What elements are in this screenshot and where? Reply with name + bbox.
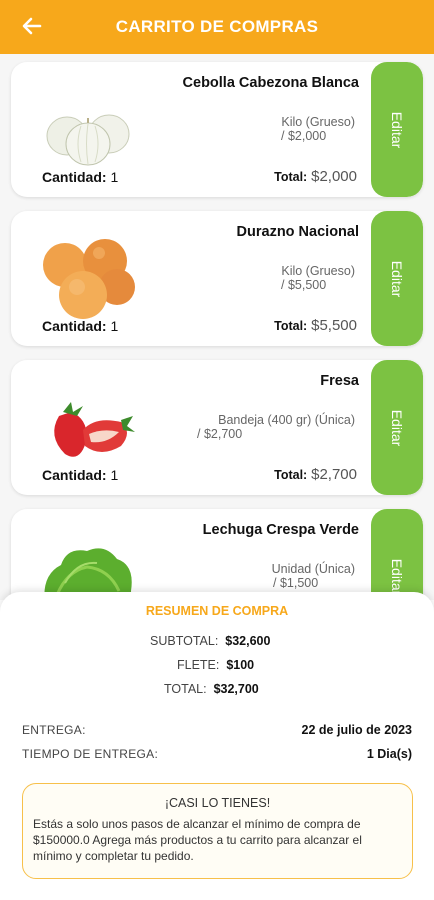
summary-title: RESUMEN DE COMPRA bbox=[145, 604, 289, 618]
edit-button[interactable]: Editar bbox=[371, 360, 423, 495]
edit-button[interactable]: Editar bbox=[371, 509, 423, 600]
product-name: Fresa bbox=[320, 373, 359, 389]
product-name: Durazno Nacional bbox=[236, 224, 359, 240]
notice-body: Estás a solo unos pasos de alcanzar el m… bbox=[33, 817, 362, 863]
product-unit-price: Unidad (Única) / $1,500 bbox=[271, 562, 355, 590]
delivery-date-label: ENTREGA: bbox=[22, 723, 86, 737]
purchase-summary: RESUMEN DE COMPRA SUBTOTAL: $32,600 FLET… bbox=[0, 592, 434, 900]
onion-image bbox=[46, 114, 130, 166]
quantity: Cantidad: 1 bbox=[42, 318, 119, 334]
delivery-time-label: TIEMPO DE ENTREGA: bbox=[22, 747, 159, 761]
edit-button[interactable]: Editar bbox=[371, 211, 423, 346]
product-unit-price: Kilo (Grueso) / $2,000 bbox=[281, 115, 355, 143]
page-title: CARRITO DE COMPRAS bbox=[115, 17, 319, 36]
cart-list[interactable]: Cebolla Cabezona Blanca Kilo (Grueso) / … bbox=[0, 54, 434, 600]
product-name: Lechuga Crespa Verde bbox=[202, 522, 359, 538]
cart-item: Fresa Bandeja (400 gr) (Única) / $2,700 … bbox=[11, 360, 423, 495]
quantity: Cantidad: 1 bbox=[42, 467, 119, 483]
product-unit-price: Kilo (Grueso) / $5,500 bbox=[281, 264, 355, 292]
product-unit-price: Bandeja (400 gr) (Única) / $2,700 bbox=[197, 413, 355, 441]
cart-item: Lechuga Crespa Verde Unidad (Única) / $1… bbox=[11, 509, 423, 600]
delivery-date-value: 22 de julio de 2023 bbox=[301, 723, 412, 737]
product-name: Cebolla Cabezona Blanca bbox=[182, 75, 359, 91]
item-total: Total: $5,500 bbox=[274, 317, 357, 334]
delivery-time-value: 1 Dia(s) bbox=[366, 747, 412, 761]
edit-button[interactable]: Editar bbox=[371, 62, 423, 197]
strawberry-image bbox=[54, 402, 135, 457]
item-total: Total: $2,700 bbox=[274, 466, 357, 483]
subtotal-row: SUBTOTAL: $32,600 bbox=[150, 634, 271, 648]
total-row: TOTAL: $32,700 bbox=[164, 682, 259, 696]
app-header: CARRITO DE COMPRAS bbox=[0, 0, 434, 54]
cart-item: Durazno Nacional Kilo (Grueso) / $5,500 … bbox=[11, 211, 423, 346]
notice-title: ¡CASI LO TIENES! bbox=[164, 796, 271, 810]
item-total: Total: $2,000 bbox=[274, 168, 357, 185]
lettuce-image bbox=[44, 548, 132, 600]
quantity: Cantidad: 1 bbox=[42, 169, 119, 185]
shipping-row: FLETE: $100 bbox=[177, 658, 255, 672]
minimum-purchase-notice: ¡CASI LO TIENES! Estás a solo unos pasos… bbox=[22, 783, 413, 879]
cart-item: Cebolla Cabezona Blanca Kilo (Grueso) / … bbox=[11, 62, 423, 197]
peach-image bbox=[43, 239, 135, 319]
